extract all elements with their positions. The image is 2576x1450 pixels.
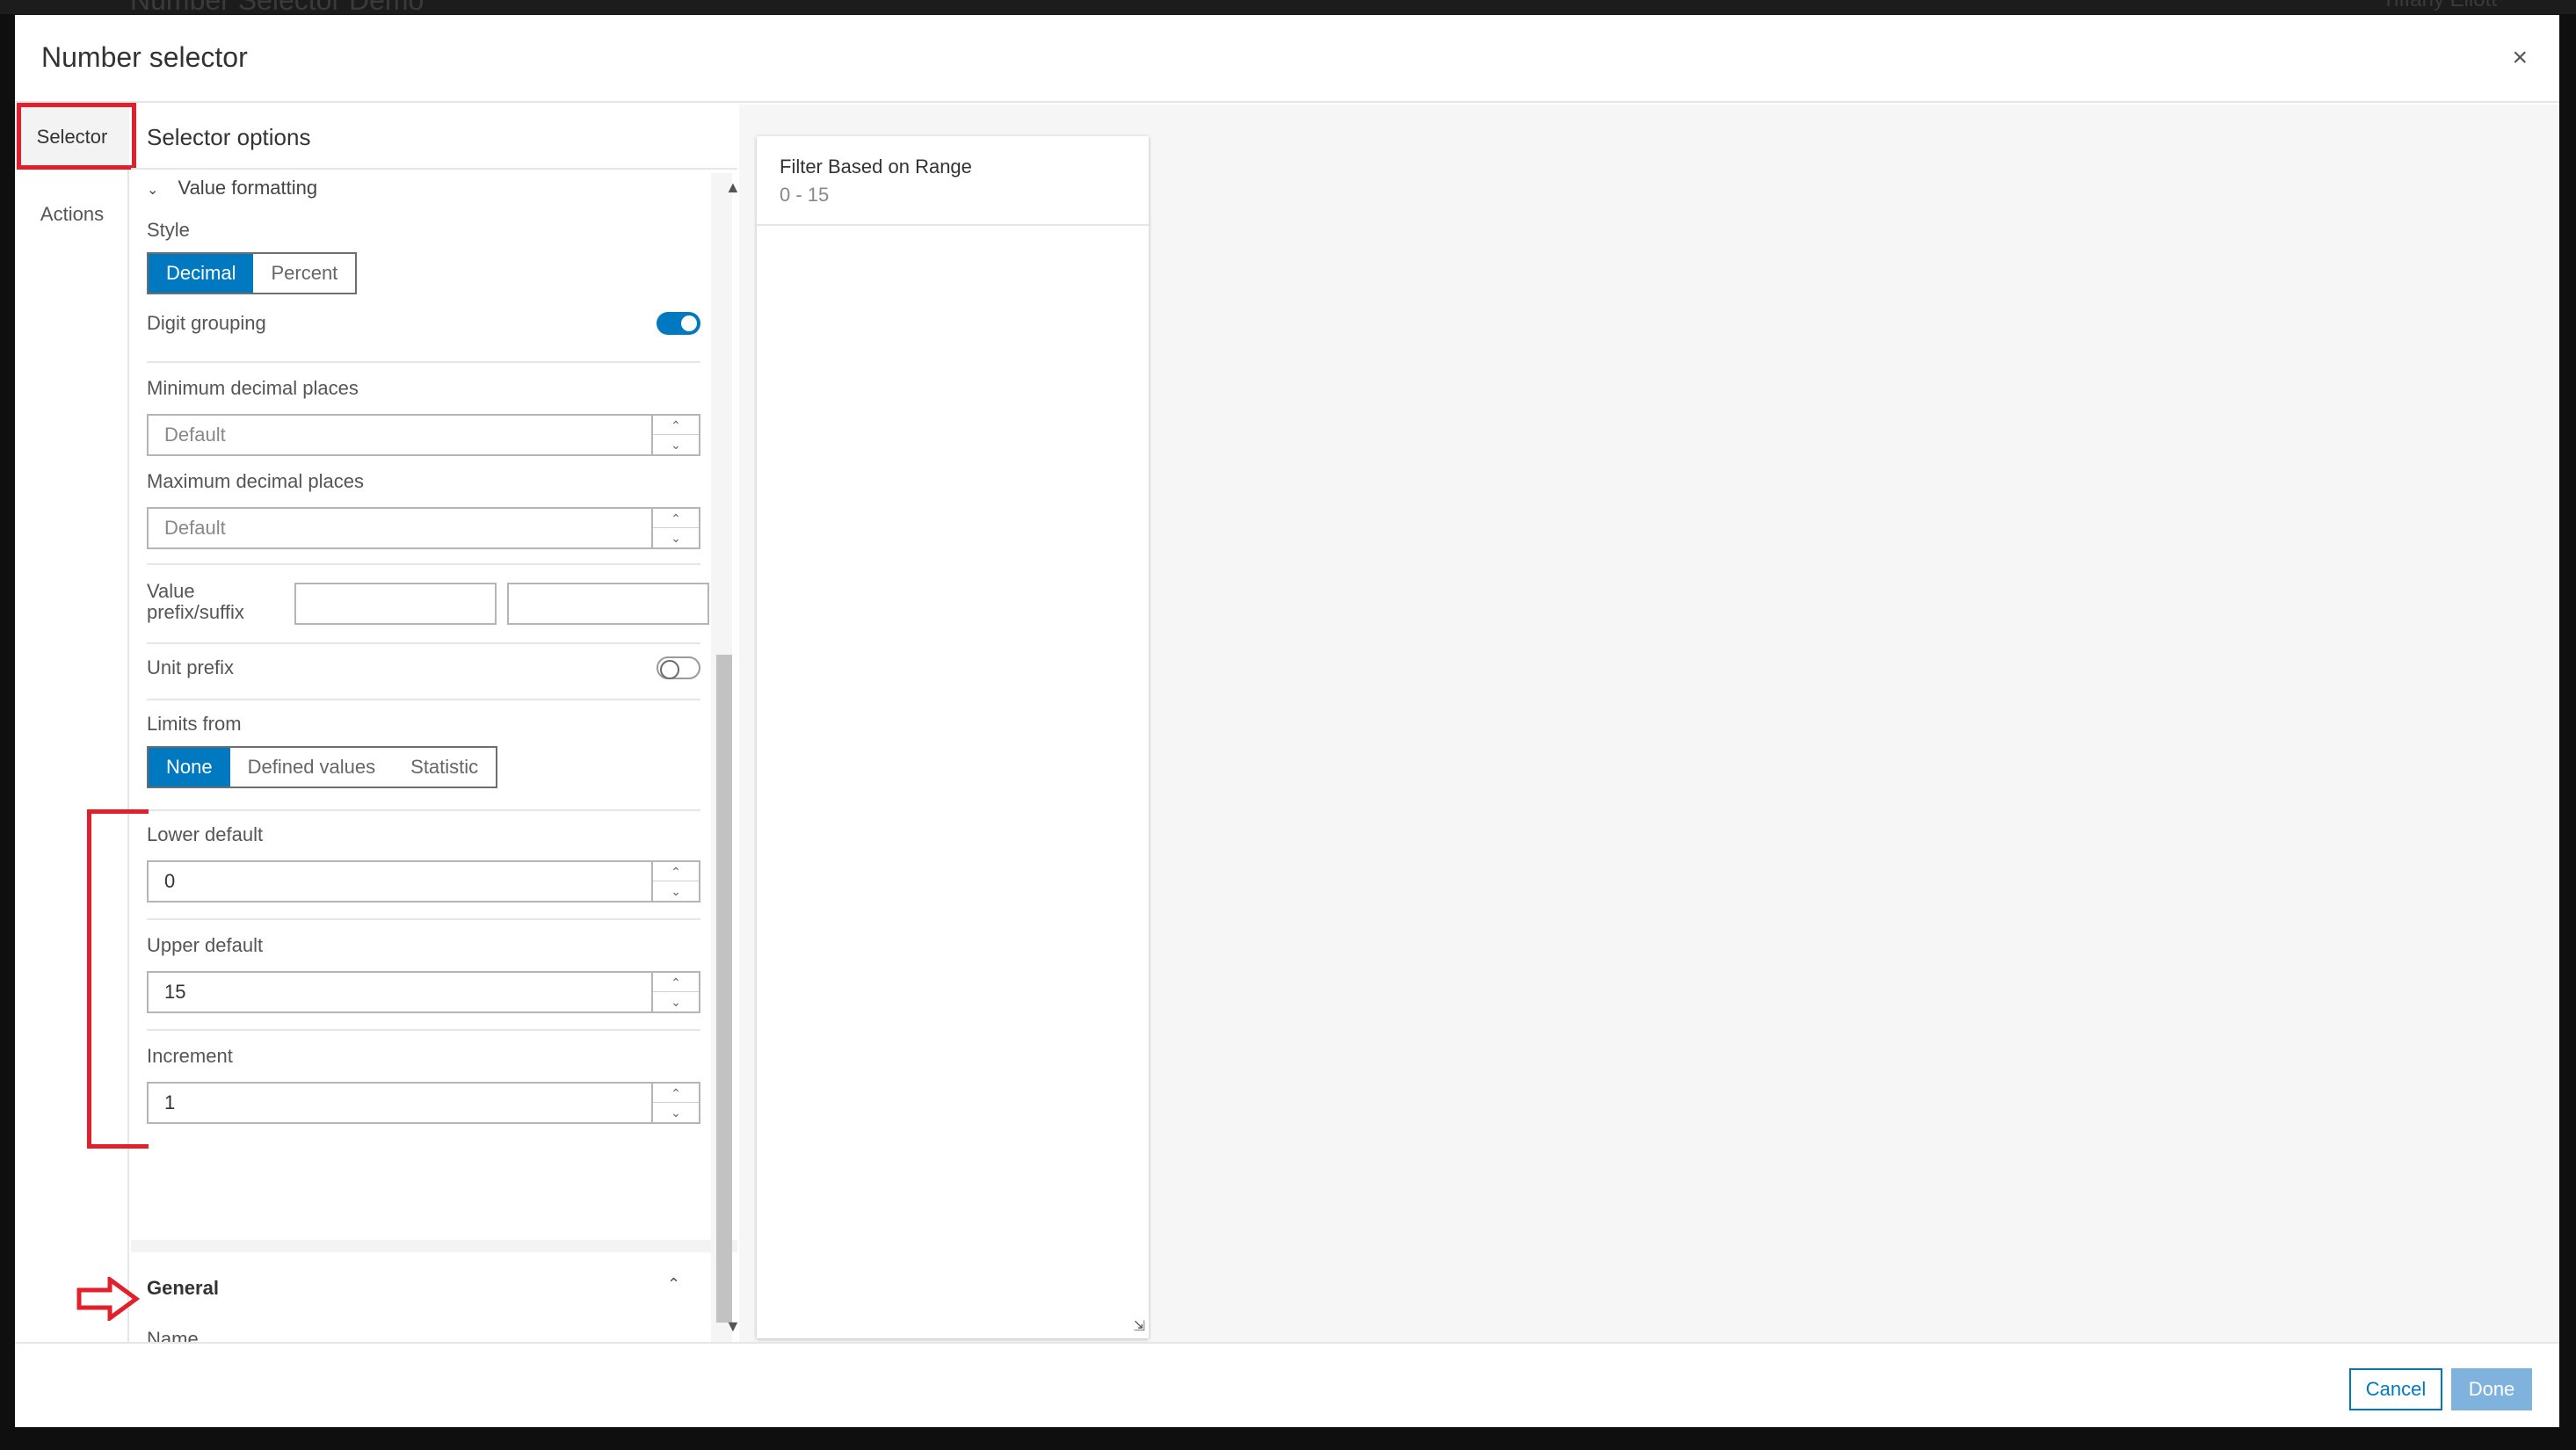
chevron-down-icon: ⌄ (147, 183, 159, 198)
lower-default-label: Lower default (147, 823, 264, 845)
preview-range: 0 - 15 (780, 184, 830, 206)
lower-default-spinner: ⌃ ⌄ (651, 862, 699, 901)
style-option-percent[interactable]: Percent (253, 254, 355, 293)
number-selector-dialog: Number selector × Selector Actions Selec… (15, 15, 2559, 1427)
chevron-down-icon[interactable]: ⌄ (653, 528, 699, 547)
divider (147, 918, 700, 920)
limits-option-statistic[interactable]: Statistic (393, 748, 496, 787)
prefix-suffix-label: Value prefix/suffix (147, 581, 244, 623)
annotation-bracket (87, 809, 149, 1149)
dialog-title: Number selector (41, 41, 248, 73)
upper-default-spinner: ⌃ ⌄ (651, 973, 699, 1011)
value-formatting-header[interactable]: ⌄ Value formatting (147, 177, 317, 199)
background-user-name: Tiffany Eliott (2382, 0, 2497, 12)
upper-default-stepper: ⌃ ⌄ (147, 971, 700, 1013)
chevron-up-icon[interactable]: ⌃ (653, 416, 699, 435)
prefix-suffix-label-line1: Value (147, 580, 195, 602)
side-tabs: Selector Actions (15, 103, 136, 1344)
upper-default-label: Upper default (147, 934, 264, 956)
preview-title: Filter Based on Range (780, 156, 972, 178)
value-formatting-label: Value formatting (178, 177, 318, 199)
chevron-up-icon[interactable]: ⌃ (653, 509, 699, 528)
digit-grouping-toggle[interactable] (657, 312, 700, 335)
limits-from-segmented-control: None Defined values Statistic (147, 746, 498, 788)
increment-spinner: ⌃ ⌄ (651, 1084, 699, 1122)
unit-prefix-label: Unit prefix (147, 656, 235, 678)
lower-default-input[interactable] (149, 862, 651, 901)
increment-input[interactable] (149, 1084, 651, 1122)
preview-divider (757, 224, 1149, 226)
chevron-up-icon[interactable]: ⌃ (653, 973, 699, 992)
chevron-down-icon[interactable]: ⌄ (653, 435, 699, 454)
min-decimal-label: Minimum decimal places (147, 377, 359, 399)
divider (147, 563, 700, 565)
lower-default-stepper: ⌃ ⌄ (147, 860, 700, 903)
divider (147, 361, 700, 363)
style-label: Style (147, 219, 190, 241)
increment-stepper: ⌃ ⌄ (147, 1082, 700, 1124)
min-decimal-input[interactable] (149, 416, 651, 454)
annotation-arrow-icon (76, 1277, 140, 1321)
divider (147, 1029, 700, 1031)
chevron-up-icon[interactable]: ⌃ (653, 1084, 699, 1103)
done-button[interactable]: Done (2451, 1368, 2532, 1410)
chevron-down-icon[interactable]: ⌄ (653, 881, 699, 901)
preview-card[interactable]: Filter Based on Range 0 - 15 ⇲ (757, 136, 1149, 1338)
selector-options-panel: Selector options ⌄ Value formatting Styl… (131, 105, 737, 1416)
resize-handle-icon[interactable]: ⇲ (1134, 1317, 1145, 1335)
chevron-up-icon[interactable]: ⌃ (667, 1275, 680, 1294)
limits-option-none[interactable]: None (149, 748, 230, 787)
divider (147, 699, 700, 700)
divider (147, 809, 700, 811)
chevron-down-icon[interactable]: ⌄ (653, 1103, 699, 1122)
value-prefix-input[interactable] (294, 583, 497, 625)
panel-header: Selector options (131, 105, 737, 170)
cancel-button[interactable]: Cancel (2349, 1368, 2442, 1410)
digit-grouping-label: Digit grouping (147, 312, 266, 334)
style-option-decimal[interactable]: Decimal (149, 254, 254, 293)
general-header[interactable]: General (147, 1277, 219, 1300)
unit-prefix-toggle[interactable] (657, 656, 700, 679)
increment-label: Increment (147, 1045, 233, 1067)
chevron-down-icon[interactable]: ⌄ (653, 992, 699, 1011)
chevron-up-icon[interactable]: ⌃ (653, 862, 699, 881)
upper-default-input[interactable] (149, 973, 651, 1011)
style-segmented-control: Decimal Percent (147, 252, 358, 294)
dialog-header: Number selector × (15, 15, 2559, 103)
max-decimal-label: Maximum decimal places (147, 470, 364, 492)
tab-actions[interactable]: Actions (15, 203, 129, 226)
min-decimal-spinner: ⌃ ⌄ (651, 416, 699, 454)
max-decimal-input[interactable] (149, 509, 651, 547)
dialog-footer: Cancel Done (15, 1342, 2559, 1427)
max-decimal-spinner: ⌃ ⌄ (651, 509, 699, 547)
max-decimal-stepper: ⌃ ⌄ (147, 507, 700, 549)
prefix-suffix-label-line2: prefix/suffix (147, 601, 244, 623)
limits-from-label: Limits from (147, 713, 242, 735)
min-decimal-stepper: ⌃ ⌄ (147, 414, 700, 456)
tab-selector[interactable]: Selector (15, 105, 129, 170)
limits-option-defined-values[interactable]: Defined values (230, 748, 394, 787)
value-suffix-input[interactable] (507, 583, 709, 625)
preview-area: Filter Based on Range 0 - 15 ⇲ (739, 105, 2559, 1344)
options-scroll-area[interactable]: ⌄ Value formatting Style Decimal Percent… (131, 171, 711, 1344)
panel-title: Selector options (147, 124, 311, 150)
scrollbar-thumb[interactable] (716, 655, 732, 1323)
close-icon[interactable]: × (2512, 43, 2528, 73)
divider (147, 642, 700, 644)
